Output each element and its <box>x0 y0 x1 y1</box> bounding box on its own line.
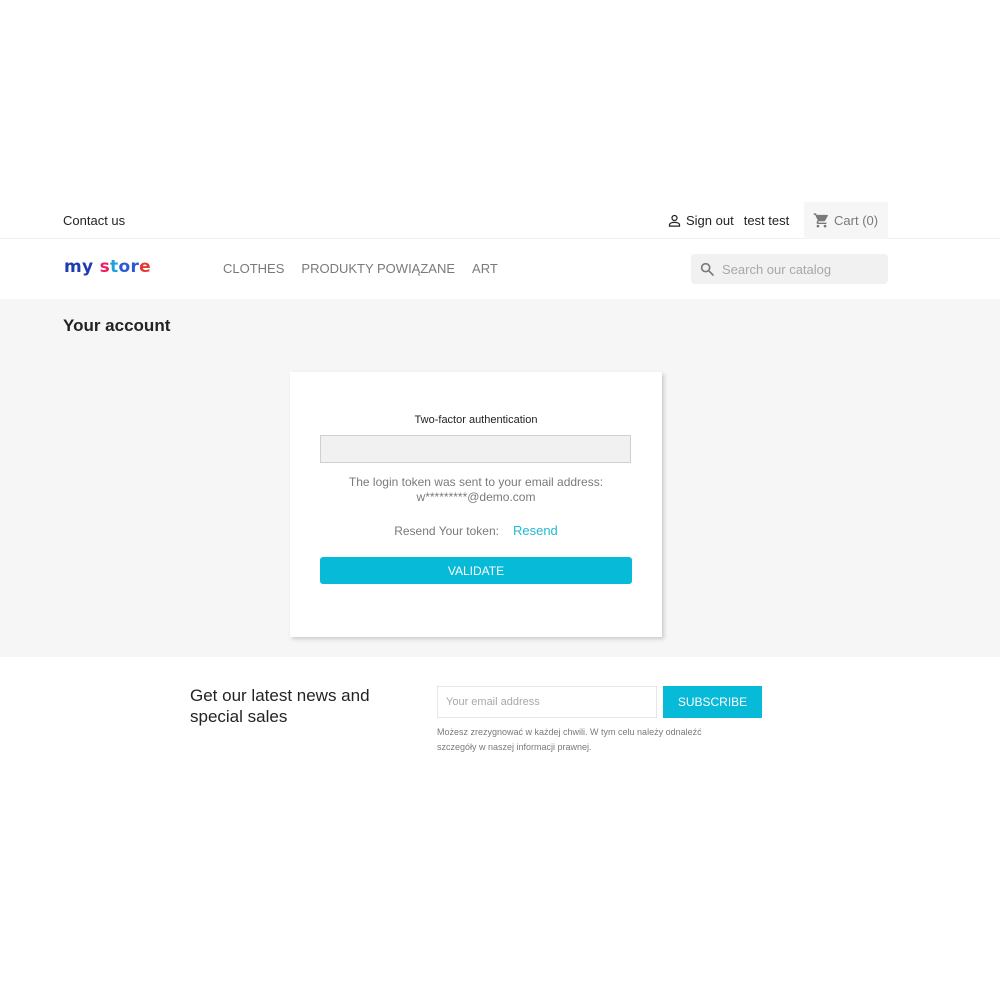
main-menu: Clothes Produkty powiązane Art <box>223 261 498 276</box>
sign-out-link[interactable]: Sign out <box>667 213 734 228</box>
main-content: Your account Two-factor authentication T… <box>0 299 1000 657</box>
logo-letter: y <box>82 257 94 277</box>
sign-out-label: Sign out <box>686 213 734 228</box>
masked-email: w*********@demo.com <box>416 490 536 504</box>
resend-row: Resend Your token: Resend <box>290 523 662 538</box>
newsletter-conditions: Możesz zrezygnować w każdej chwili. W ty… <box>437 727 702 752</box>
contact-us-link[interactable]: Contact us <box>63 213 125 228</box>
account-link[interactable]: test test <box>744 213 790 228</box>
shopping-cart-icon <box>813 213 828 228</box>
header-top: my store Clothes Produkty powiązane Art <box>0 239 1000 299</box>
logo-letter: e <box>139 257 151 277</box>
logo-letter: s <box>93 257 111 277</box>
validate-button[interactable]: Validate <box>320 557 632 584</box>
subscribe-button[interactable]: Subscribe <box>663 686 762 718</box>
store-logo[interactable]: my store <box>64 257 151 277</box>
newsletter-block: Get our latest news and special sales Su… <box>0 657 1000 777</box>
newsletter-email-input[interactable] <box>437 686 657 718</box>
token-input[interactable] <box>320 435 631 463</box>
token-info-line: The login token was sent to your email a… <box>348 475 604 489</box>
logo-letter: m <box>64 257 83 277</box>
user-icon <box>668 214 681 227</box>
cart-label: Cart <box>834 213 859 228</box>
cart-count: (0) <box>862 213 879 228</box>
menu-item-clothes[interactable]: Clothes <box>223 261 284 276</box>
token-info: The login token was sent to your email a… <box>290 475 662 505</box>
menu-item-art[interactable]: Art <box>472 261 498 276</box>
logo-letter: r <box>130 257 140 277</box>
two-factor-label: Two-factor authentication <box>414 414 538 426</box>
header-nav: Contact us Sign out test test Cart (0) <box>0 202 1000 239</box>
search-input[interactable] <box>722 261 882 277</box>
page-title: Your account <box>63 316 171 335</box>
newsletter-title: Get our latest news and special sales <box>190 686 370 726</box>
logo-letter: o <box>118 257 131 277</box>
user-info: Sign out test test <box>667 213 789 228</box>
two-factor-card: Two-factor authentication The login toke… <box>290 372 662 637</box>
menu-item-related-products[interactable]: Produkty powiązane <box>301 261 455 276</box>
search-icon[interactable] <box>699 261 715 277</box>
cart-button[interactable]: Cart (0) <box>804 202 888 239</box>
resend-link[interactable]: Resend <box>513 523 558 538</box>
search-widget <box>691 254 888 284</box>
resend-prompt: Resend Your token: <box>394 524 499 538</box>
